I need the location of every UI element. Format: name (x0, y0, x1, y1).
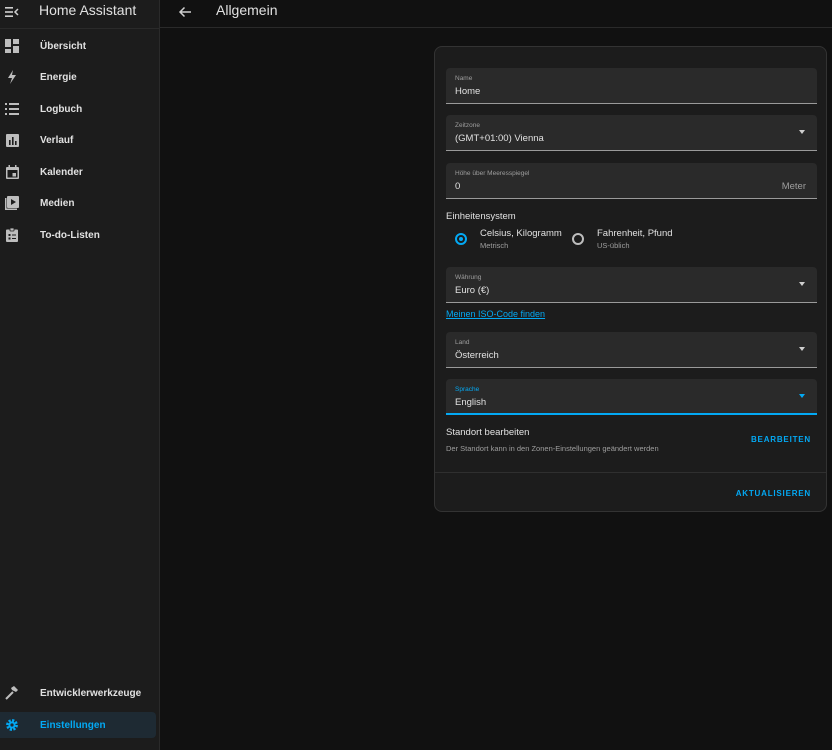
sidebar: Home Assistant Übersicht Energie Logbuch… (0, 0, 160, 750)
field-value: Österreich (455, 350, 499, 361)
sidebar-item-label: Verlauf (40, 134, 74, 146)
location-description: Der Standort kann in den Zonen-Einstellu… (446, 444, 659, 453)
field-label: Land (455, 339, 470, 346)
sidebar-item-verlauf[interactable]: Verlauf (0, 127, 156, 153)
sidebar-item-label: Kalender (40, 166, 83, 178)
gear-icon (4, 717, 20, 733)
field-value: Euro (€) (455, 285, 490, 296)
lightning-icon (4, 69, 20, 85)
elevation-field[interactable]: Höhe über Meeresspiegel 0 Meter (446, 163, 817, 199)
chart-icon (4, 132, 20, 148)
radio-metric[interactable] (455, 233, 467, 245)
back-arrow-icon[interactable] (177, 4, 195, 22)
update-button[interactable]: AKTUALISIEREN (736, 489, 811, 498)
page-title: Allgemein (216, 2, 278, 18)
radio-imperial-sublabel: US-üblich (597, 241, 630, 250)
menu-collapse-icon[interactable] (3, 3, 21, 21)
sidebar-item-label: Medien (40, 197, 75, 209)
currency-select[interactable]: Währung Euro (€) (446, 267, 817, 303)
timezone-select[interactable]: Zeitzone (GMT+01:00) Vienna (446, 115, 817, 151)
clipboard-icon (4, 227, 20, 243)
media-icon (4, 195, 20, 211)
radio-imperial-label: Fahrenheit, Pfund (597, 228, 673, 239)
country-select[interactable]: Land Österreich (446, 332, 817, 368)
radio-metric-sublabel: Metrisch (480, 241, 509, 250)
sidebar-item-kalender[interactable]: Kalender (0, 159, 156, 185)
top-bar: Allgemein (160, 0, 832, 28)
radio-imperial[interactable] (572, 233, 584, 245)
sidebar-item-entwicklerwerkzeuge[interactable]: Entwicklerwerkzeuge (0, 680, 156, 706)
sidebar-item-uebersicht[interactable]: Übersicht (0, 33, 156, 59)
sidebar-item-medien[interactable]: Medien (0, 190, 156, 216)
field-label: Sprache (455, 386, 480, 393)
general-settings-card: Name Home Zeitzone (GMT+01:00) Vienna Hö… (434, 46, 827, 512)
chevron-down-icon (799, 130, 805, 134)
field-value: (GMT+01:00) Vienna (455, 133, 544, 144)
language-select[interactable]: Sprache English (446, 379, 817, 415)
field-value: Home (455, 86, 481, 97)
location-title: Standort bearbeiten (446, 427, 530, 438)
list-icon (4, 101, 20, 117)
sidebar-item-label: Einstellungen (40, 719, 106, 731)
edit-location-button[interactable]: BEARBEITEN (751, 435, 811, 444)
chevron-down-icon (799, 394, 805, 398)
field-label: Höhe über Meeresspiegel (455, 170, 530, 177)
chevron-down-icon (799, 347, 805, 351)
sidebar-item-einstellungen[interactable]: Einstellungen (0, 712, 156, 738)
field-value: English (455, 397, 487, 408)
field-suffix: Meter (781, 181, 806, 192)
app-title: Home Assistant (39, 2, 137, 18)
radio-metric-label: Celsius, Kilogramm (480, 228, 562, 239)
field-value: 0 (455, 181, 461, 192)
unit-system-label: Einheitensystem (446, 211, 516, 222)
sidebar-item-label: Übersicht (40, 40, 87, 52)
hammer-icon (4, 685, 20, 701)
dashboard-icon (4, 38, 20, 54)
sidebar-item-label: Entwicklerwerkzeuge (40, 687, 142, 699)
field-label: Währung (455, 274, 482, 281)
field-label: Zeitzone (455, 122, 480, 129)
sidebar-item-todo[interactable]: To-do-Listen (0, 222, 156, 248)
name-field[interactable]: Name Home (446, 68, 817, 104)
chevron-down-icon (799, 282, 805, 286)
sidebar-item-label: Logbuch (40, 103, 83, 115)
iso-code-link[interactable]: Meinen ISO-Code finden (446, 309, 545, 319)
sidebar-item-label: Energie (40, 71, 77, 83)
sidebar-item-energie[interactable]: Energie (0, 64, 156, 90)
calendar-icon (4, 164, 20, 180)
field-label: Name (455, 75, 473, 82)
sidebar-item-label: To-do-Listen (40, 229, 100, 241)
card-divider (435, 472, 826, 473)
sidebar-header: Home Assistant (0, 0, 159, 29)
sidebar-item-logbuch[interactable]: Logbuch (0, 96, 156, 122)
